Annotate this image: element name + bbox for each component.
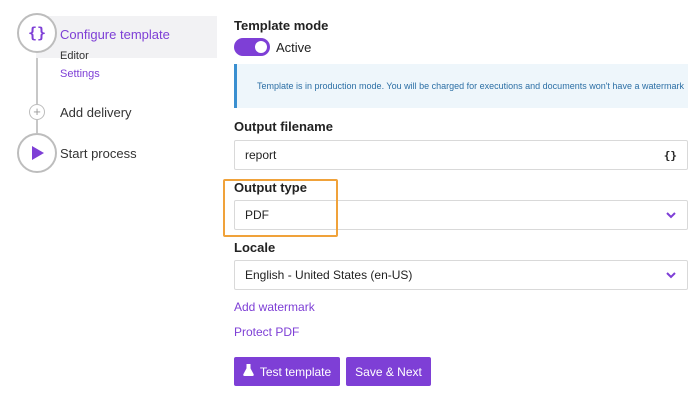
template-mode-toggle[interactable] bbox=[234, 38, 270, 56]
play-icon[interactable] bbox=[17, 133, 57, 173]
braces-icon: {} bbox=[17, 13, 57, 53]
stepper-connector bbox=[36, 53, 38, 104]
step-configure-template[interactable]: Configure template bbox=[60, 27, 170, 42]
toggle-knob bbox=[255, 41, 267, 53]
substep-editor[interactable]: Editor bbox=[60, 50, 89, 62]
process-stepper: {} Configure template Editor Settings + … bbox=[0, 0, 220, 407]
output-type-highlight bbox=[223, 179, 338, 237]
chevron-down-icon bbox=[665, 209, 677, 221]
output-filename-input[interactable]: report {} bbox=[234, 140, 688, 170]
template-mode-status: Active bbox=[276, 40, 312, 55]
output-filename-label: Output filename bbox=[234, 119, 333, 134]
notice-text: Template is in production mode. You will… bbox=[257, 81, 684, 91]
template-mode-heading: Template mode bbox=[234, 18, 329, 33]
add-watermark-link[interactable]: Add watermark bbox=[234, 300, 315, 314]
step-add-delivery[interactable]: Add delivery bbox=[60, 105, 132, 120]
production-mode-notice: Template is in production mode. You will… bbox=[234, 64, 688, 108]
step-start-process[interactable]: Start process bbox=[60, 146, 137, 161]
test-template-label: Test template bbox=[259, 364, 332, 379]
save-next-button[interactable]: Save & Next bbox=[346, 357, 431, 386]
plus-icon[interactable]: + bbox=[29, 104, 45, 120]
locale-value: English - United States (en-US) bbox=[245, 268, 413, 282]
save-next-label: Save & Next bbox=[355, 364, 422, 379]
substep-settings[interactable]: Settings bbox=[60, 68, 100, 80]
test-template-button[interactable]: Test template bbox=[234, 357, 340, 386]
locale-label: Locale bbox=[234, 240, 276, 255]
protect-pdf-link[interactable]: Protect PDF bbox=[234, 325, 299, 339]
stepper-connector bbox=[36, 120, 38, 133]
locale-select[interactable]: English - United States (en-US) bbox=[234, 260, 688, 290]
chevron-down-icon bbox=[665, 269, 677, 281]
braces-icon[interactable]: {} bbox=[664, 149, 677, 162]
flask-icon bbox=[243, 364, 254, 379]
output-filename-value: report bbox=[245, 148, 277, 162]
